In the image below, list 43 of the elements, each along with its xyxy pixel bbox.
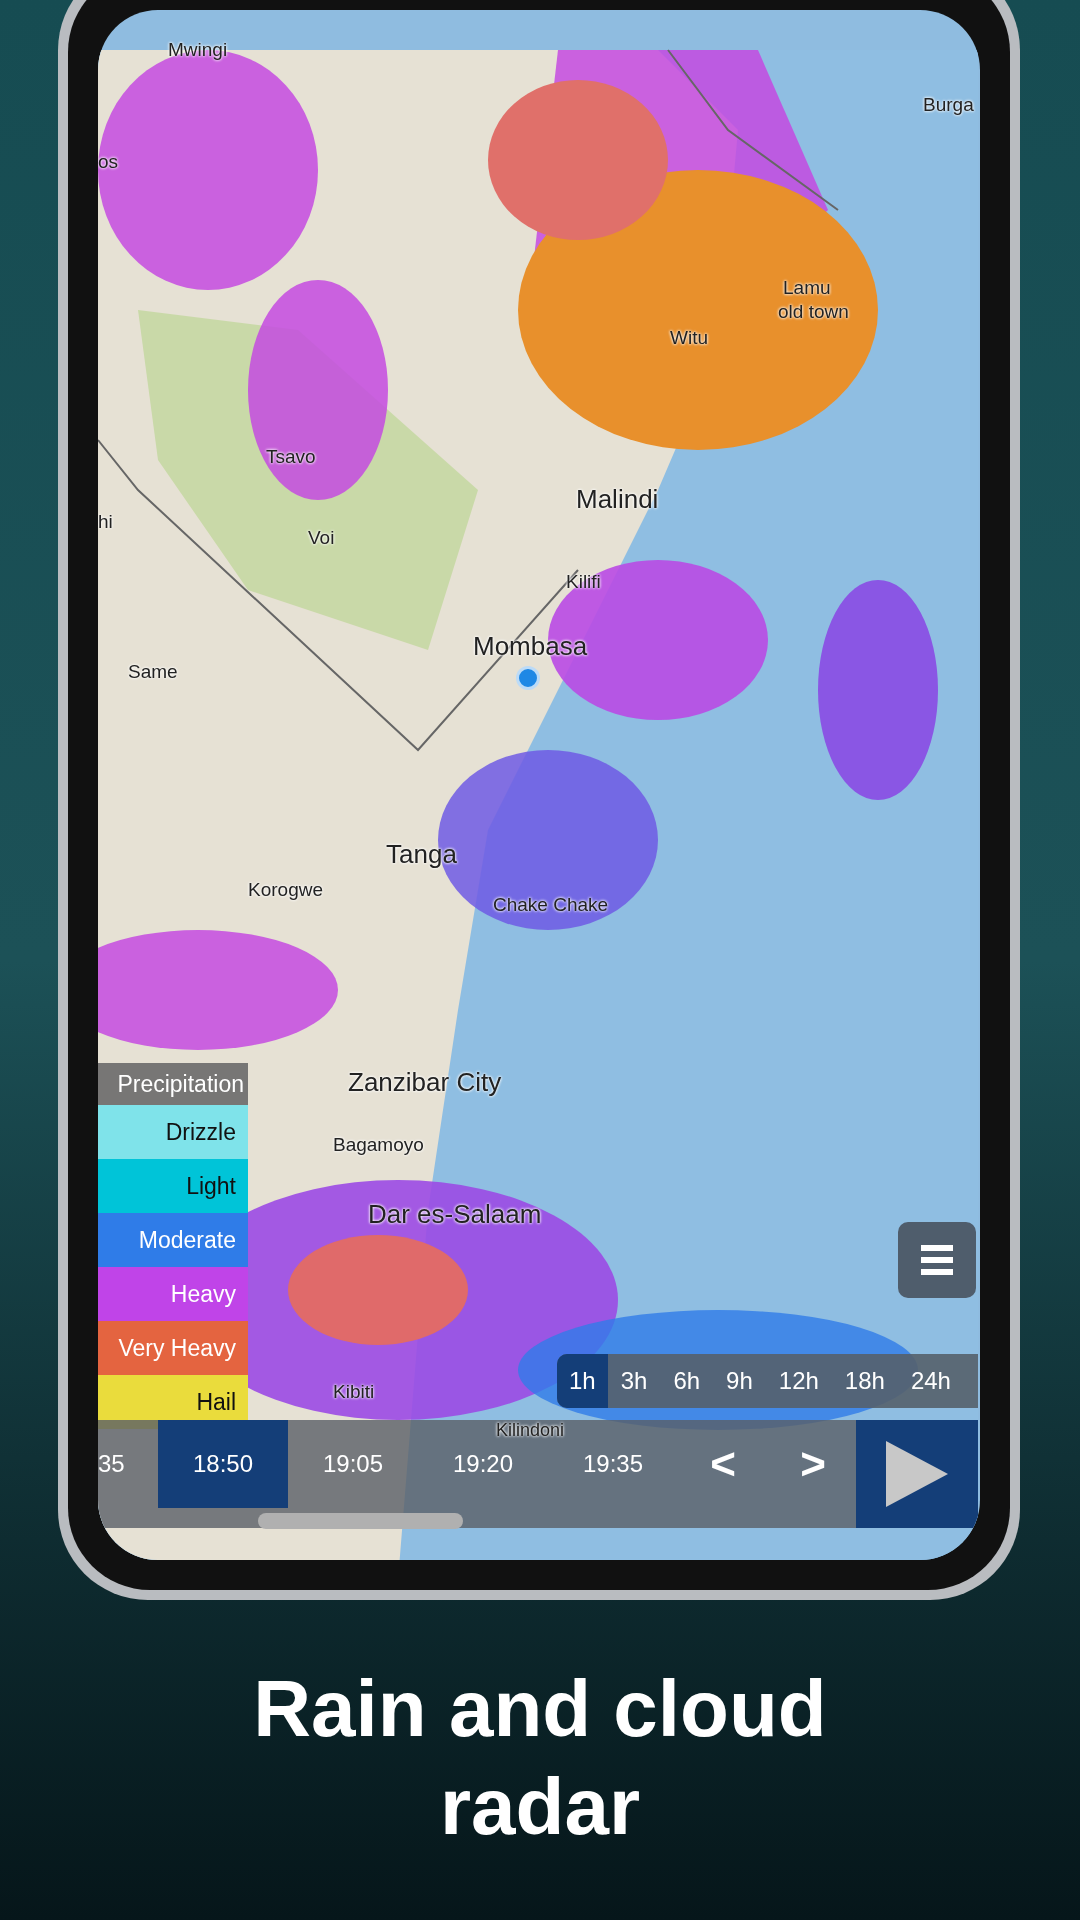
- place-label: Bagamoyo: [333, 1135, 424, 1156]
- place-label: Chake Chake: [493, 895, 609, 916]
- time-step[interactable]: 18:50: [158, 1420, 288, 1508]
- legend-item: Heavy: [98, 1267, 248, 1321]
- place-label: Voi: [308, 528, 335, 549]
- place-label: Same: [128, 662, 178, 683]
- legend-item: Moderate: [98, 1213, 248, 1267]
- legend-item: Drizzle: [98, 1105, 248, 1159]
- play-button[interactable]: [856, 1420, 978, 1528]
- place-label: old town: [778, 302, 849, 323]
- place-label: Kibiti: [333, 1382, 375, 1403]
- time-range-tab[interactable]: 9h: [713, 1354, 766, 1408]
- place-label: os: [98, 152, 119, 173]
- place-label: Dar es-Salaam: [368, 1200, 542, 1229]
- place-label: hi: [98, 512, 113, 533]
- time-range-tab[interactable]: 12h: [765, 1354, 832, 1408]
- play-icon: [886, 1441, 948, 1507]
- time-step[interactable]: 35: [98, 1444, 158, 1484]
- next-button[interactable]: >: [768, 1420, 858, 1508]
- place-label: Witu: [670, 328, 708, 349]
- time-range-tab[interactable]: 1h: [557, 1354, 608, 1408]
- place-label: Burga: [923, 95, 974, 116]
- time-range-tab[interactable]: 24h: [897, 1354, 964, 1408]
- menu-button[interactable]: [898, 1222, 976, 1298]
- place-label: Zanzibar City: [348, 1068, 502, 1097]
- place-label: Mwingi: [168, 40, 228, 61]
- legend-item: Light: [98, 1159, 248, 1213]
- time-step[interactable]: 19:35: [548, 1444, 678, 1484]
- time-range-tab[interactable]: 3h: [607, 1354, 661, 1408]
- place-label: Korogwe: [248, 880, 323, 901]
- time-step[interactable]: 19:20: [418, 1444, 548, 1484]
- legend-item: Very Heavy: [98, 1321, 248, 1375]
- caption: Rain and cloud radar: [252, 1663, 828, 1853]
- place-label: Tsavo: [266, 447, 316, 468]
- place-label: Kilindoni: [496, 1421, 565, 1441]
- time-step[interactable]: 19:05: [288, 1444, 418, 1484]
- time-range-tab[interactable]: 18h: [831, 1354, 898, 1408]
- legend-title: Precipitation: [98, 1063, 248, 1105]
- menu-icon: [921, 1245, 953, 1275]
- time-range-tab[interactable]: 6h: [660, 1354, 714, 1408]
- previous-button[interactable]: <: [678, 1420, 768, 1508]
- place-label: Malindi: [576, 485, 659, 514]
- place-label: Lamu: [783, 278, 831, 299]
